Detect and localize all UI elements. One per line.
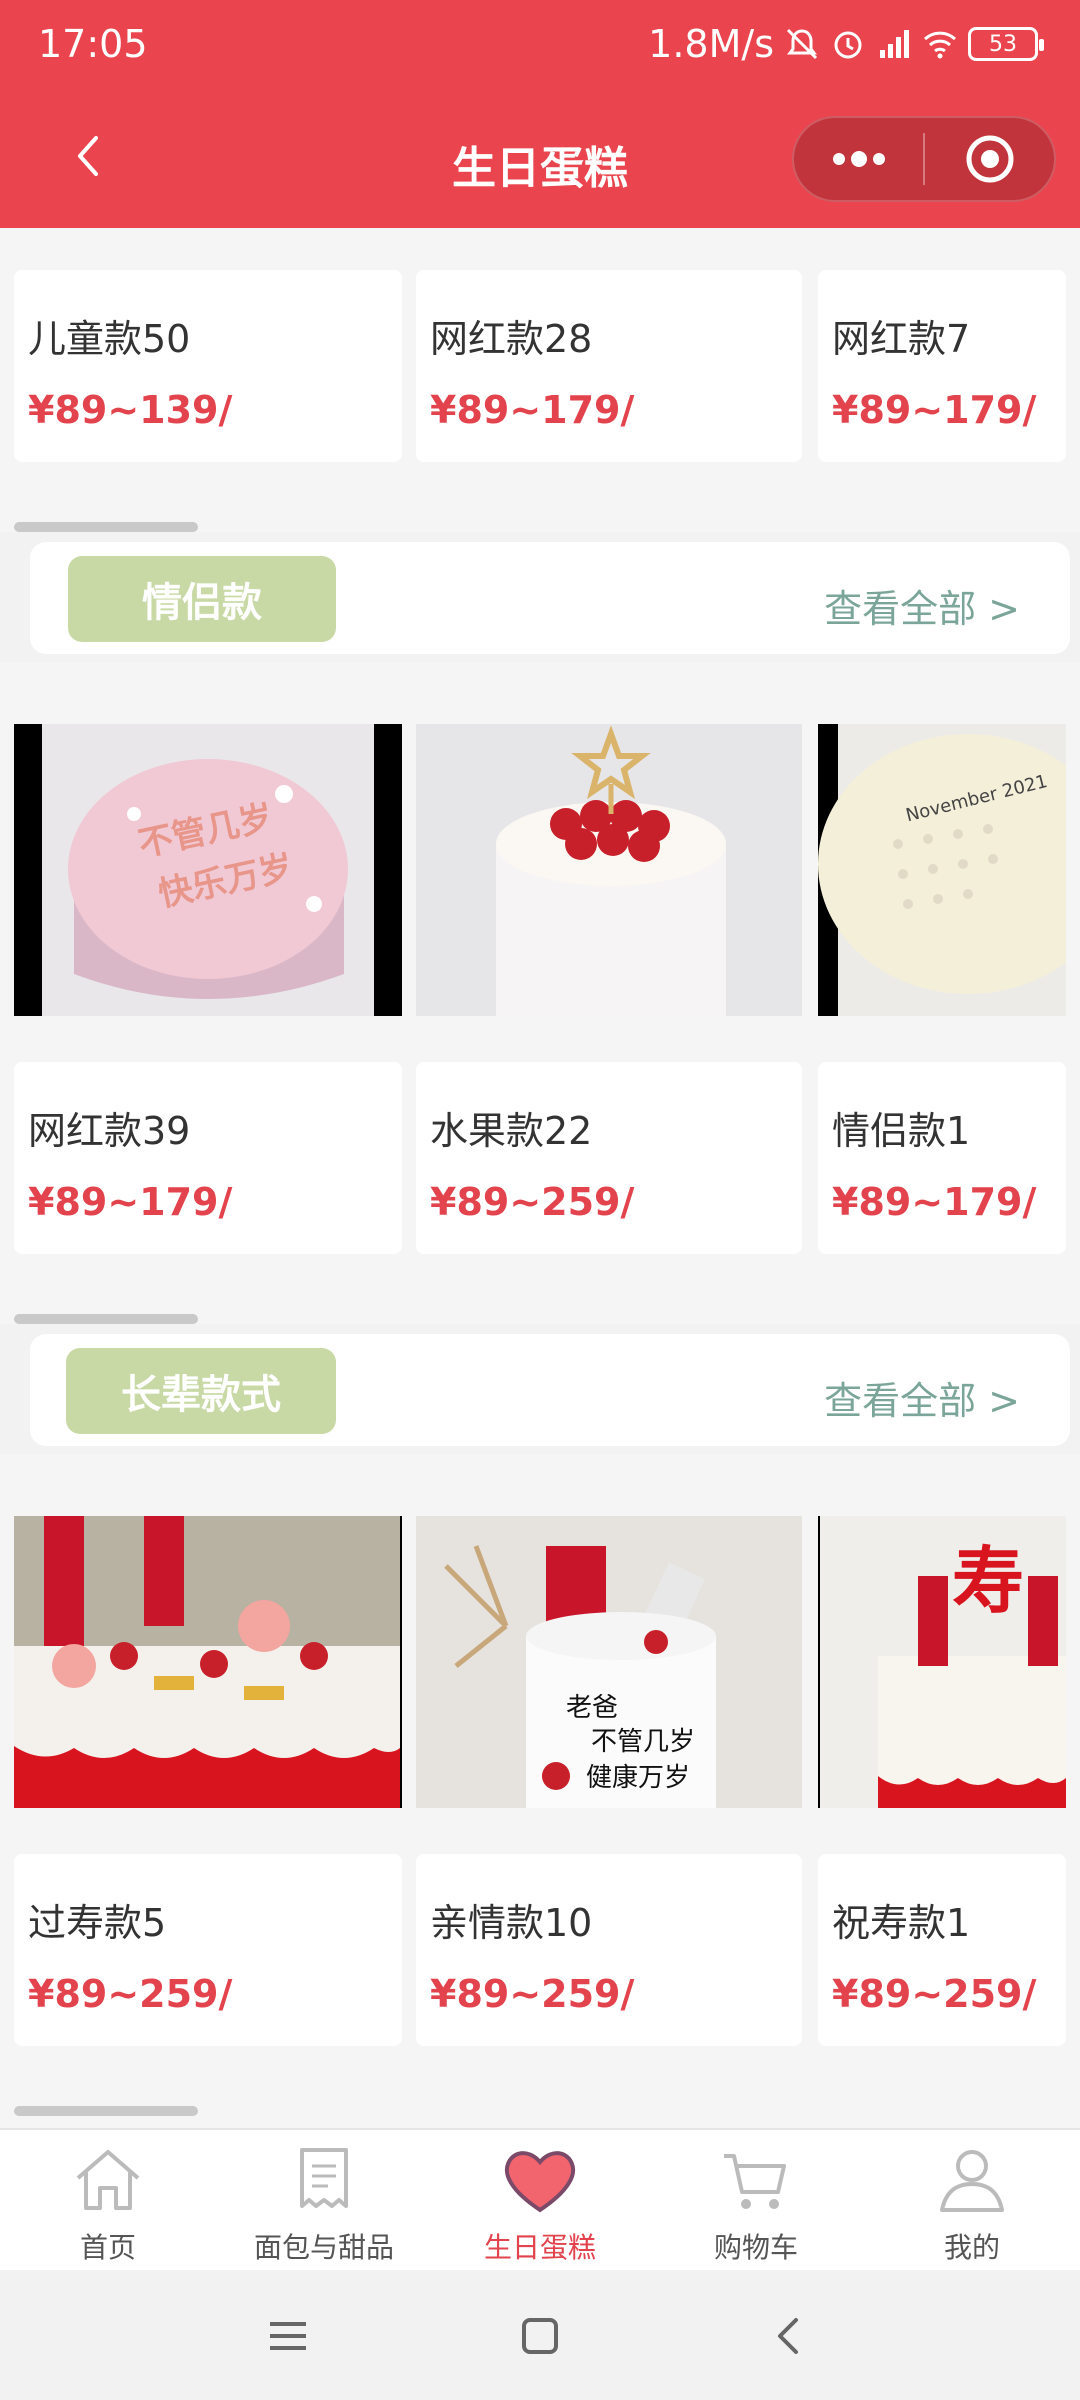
product-price: ¥89~259/ xyxy=(430,1972,635,2016)
product-image[interactable]: November 2021 xyxy=(818,724,1066,1016)
alarm-icon xyxy=(834,31,862,59)
product-name: 儿童款50 xyxy=(28,317,191,361)
product-price: ¥89~179/ xyxy=(832,388,1037,432)
horizontal-scroll-indicator xyxy=(14,2106,198,2116)
horizontal-scroll-indicator xyxy=(14,522,198,532)
product-card[interactable]: 网红款39 ¥89~179/ xyxy=(14,1062,402,1254)
back-nav-icon[interactable] xyxy=(760,2306,820,2366)
view-all-link[interactable]: 查看全部 > xyxy=(824,1370,1020,1425)
section-header-card: 情侣款 查看全部 > xyxy=(30,542,1070,654)
product-image[interactable] xyxy=(14,1516,402,1808)
cart-icon xyxy=(724,2154,786,2209)
network-speed: 1.8M/s xyxy=(648,22,774,66)
home-square-icon[interactable] xyxy=(510,2306,570,2366)
app-header: 17:05 1.8M/s 53 生日蛋糕 xyxy=(0,0,1080,228)
more-button[interactable] xyxy=(794,118,923,200)
product-price: ¥89~259/ xyxy=(28,1972,233,2016)
wifi-icon xyxy=(923,31,957,59)
section-header-card: 长辈款式 查看全部 > xyxy=(30,1334,1070,1446)
menu-icon[interactable] xyxy=(258,2306,318,2366)
product-image[interactable]: 老爸 不管几岁 健康万岁 xyxy=(416,1516,802,1808)
product-card[interactable]: 情侣款1 ¥89~179/ xyxy=(818,1062,1066,1254)
section-tag: 长辈款式 xyxy=(66,1348,336,1434)
more-dots-icon xyxy=(832,151,885,167)
product-name: 网红款39 xyxy=(28,1109,191,1153)
cake-image-strawberry xyxy=(416,724,802,1016)
tab-label: 购物车 xyxy=(713,2231,798,2264)
section-header: 情侣款 查看全部 > xyxy=(0,532,1080,662)
product-card[interactable]: 网红款7 ¥89~179/ xyxy=(818,270,1066,462)
tab-label: 生日蛋糕 xyxy=(483,2231,596,2264)
user-icon xyxy=(940,2150,1004,2212)
product-image[interactable] xyxy=(416,724,802,1016)
tab-profile[interactable]: 我的 xyxy=(864,2130,1080,2270)
product-name: 网红款28 xyxy=(430,317,593,361)
product-price: ¥89~179/ xyxy=(832,1180,1037,1224)
tab-cart[interactable]: 购物车 xyxy=(648,2130,864,2270)
mini-program-capsule xyxy=(792,116,1056,202)
cake-image-longevity xyxy=(14,1516,400,1808)
close-button[interactable] xyxy=(925,118,1054,200)
system-nav-bar xyxy=(0,2270,1080,2400)
product-card[interactable]: 儿童款50 ¥89~139/ xyxy=(14,270,402,462)
cake-image-calendar: November 2021 xyxy=(818,724,1066,1016)
tab-birthday-cake[interactable]: 生日蛋糕 xyxy=(432,2130,648,2270)
product-price: ¥89~259/ xyxy=(430,1180,635,1224)
product-name: 水果款22 xyxy=(430,1109,593,1153)
home-icon xyxy=(76,2150,140,2210)
tab-label: 我的 xyxy=(943,2231,1000,2264)
cake-text-shou: 寿 xyxy=(952,1539,1024,1623)
cake-image-shou: 寿 xyxy=(820,1516,1066,1808)
product-name: 祝寿款1 xyxy=(832,1901,971,1945)
horizontal-scroll-indicator xyxy=(14,1314,198,1324)
product-price: ¥89~139/ xyxy=(28,388,233,432)
product-card[interactable]: 祝寿款1 ¥89~259/ xyxy=(818,1854,1066,2046)
tab-label: 首页 xyxy=(79,2231,136,2264)
battery-icon: 53 xyxy=(968,27,1044,61)
product-card[interactable]: 网红款28 ¥89~179/ xyxy=(416,270,802,462)
cake-text-line1: 老爸 xyxy=(566,1693,618,1723)
product-card[interactable]: 亲情款10 ¥89~259/ xyxy=(416,1854,802,2046)
target-icon xyxy=(966,135,1013,183)
product-card[interactable]: 水果款22 ¥89~259/ xyxy=(416,1062,802,1254)
product-price: ¥89~259/ xyxy=(832,1972,1037,2016)
mute-bell-icon xyxy=(786,28,818,60)
cake-text-line2: 不管几岁 xyxy=(591,1727,695,1757)
section-tag: 情侣款 xyxy=(68,556,336,642)
section-header: 长辈款式 查看全部 > xyxy=(0,1324,1080,1454)
view-all-link[interactable]: 查看全部 > xyxy=(824,578,1020,633)
product-name: 亲情款10 xyxy=(430,1901,593,1945)
cake-text-line3: 健康万岁 xyxy=(586,1763,690,1793)
tab-bread-dessert[interactable]: 面包与甜品 xyxy=(216,2130,432,2270)
tab-home[interactable]: 首页 xyxy=(0,2130,216,2270)
tab-label: 面包与甜品 xyxy=(253,2231,394,2264)
product-name: 过寿款5 xyxy=(28,1901,167,1945)
cake-image-dad: 老爸 不管几岁 健康万岁 xyxy=(416,1516,802,1808)
product-price: ¥89~179/ xyxy=(430,388,635,432)
bottom-tab-bar: 首页 面包与甜品 生日蛋糕 购物车 我的 xyxy=(0,2128,1080,2270)
status-time: 17:05 xyxy=(38,22,148,66)
receipt-icon xyxy=(300,2148,348,2208)
product-card[interactable]: 过寿款5 ¥89~259/ xyxy=(14,1854,402,2046)
heart-icon xyxy=(504,2151,576,2213)
hd-signal-icon xyxy=(880,30,909,58)
product-image[interactable]: 寿 xyxy=(818,1516,1066,1808)
product-name: 网红款7 xyxy=(832,317,971,361)
product-name: 情侣款1 xyxy=(832,1109,971,1153)
content-area[interactable]: 儿童款50 ¥89~139/ 网红款28 ¥89~179/ 网红款7 ¥89~1… xyxy=(0,228,1080,2128)
product-image[interactable]: 不管几岁 快乐万岁 xyxy=(14,724,402,1016)
status-icons: 1.8M/s 53 xyxy=(648,22,1044,66)
cake-image-pink: 不管几岁 快乐万岁 xyxy=(42,724,374,1016)
product-price: ¥89~179/ xyxy=(28,1180,233,1224)
